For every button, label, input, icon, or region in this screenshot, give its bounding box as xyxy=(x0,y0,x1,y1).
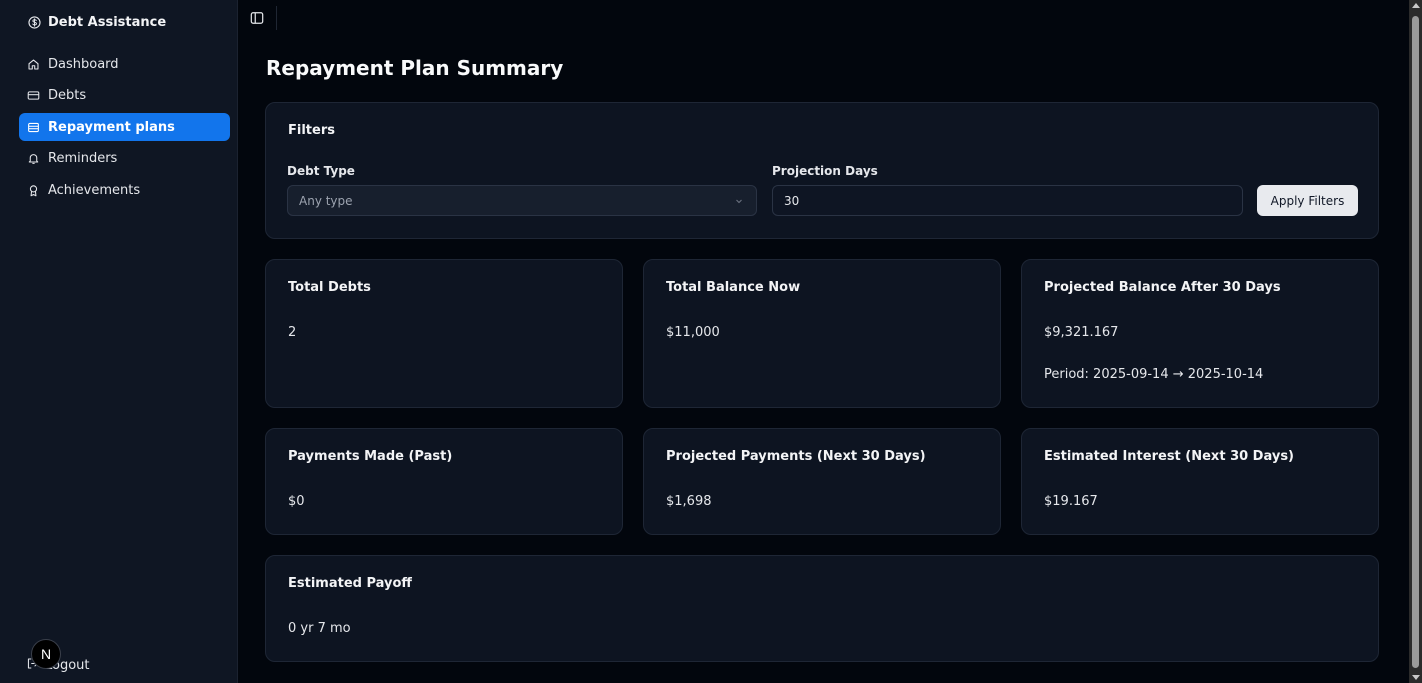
payments-made-card: Payments Made (Past) $0 xyxy=(265,428,623,535)
sidebar-toggle-button[interactable] xyxy=(250,10,264,24)
debt-type-label: Debt Type xyxy=(287,164,355,178)
sidebar-item-label: Achievements xyxy=(48,182,141,198)
card-value: $9,321.167 xyxy=(1044,325,1119,340)
debt-type-select[interactable]: Any type xyxy=(287,185,757,216)
projected-payments-card: Projected Payments (Next 30 Days) $1,698 xyxy=(643,428,1001,535)
chevron-down-icon xyxy=(734,195,744,209)
bell-icon xyxy=(27,152,40,165)
brand[interactable]: Debt Assistance xyxy=(28,12,166,32)
filters-card: Filters Debt Type Projection Days Any ty… xyxy=(265,102,1379,239)
sidebar-item-dashboard[interactable]: Dashboard xyxy=(19,50,230,78)
panel-left-icon xyxy=(250,12,264,24)
card-value: $1,698 xyxy=(666,494,712,509)
projection-days-input[interactable] xyxy=(772,185,1243,216)
sidebar-item-label: Dashboard xyxy=(48,56,119,72)
credit-card-icon xyxy=(27,89,40,102)
card-title: Projected Balance After 30 Days xyxy=(1044,280,1281,295)
total-balance-card: Total Balance Now $11,000 xyxy=(643,259,1001,408)
app-window: Debt Assistance Dashboard Debts Repaymen… xyxy=(0,0,1422,683)
sidebar-item-label: Debts xyxy=(48,88,87,103)
estimated-payoff-card: Estimated Payoff 0 yr 7 mo xyxy=(265,555,1379,662)
vertical-scrollbar[interactable] xyxy=(1409,0,1422,683)
sidebar-item-label: Reminders xyxy=(48,151,118,166)
debt-type-placeholder: Any type xyxy=(299,193,353,208)
sidebar-nav: Dashboard Debts Repayment plans Reminder… xyxy=(19,50,230,208)
card-title: Projected Payments (Next 30 Days) xyxy=(666,449,926,464)
scroll-up-arrow-icon[interactable] xyxy=(1412,3,1420,8)
card-title: Estimated Interest (Next 30 Days) xyxy=(1044,449,1294,464)
period-text: Period: 2025-09-14 → 2025-10-14 xyxy=(1044,367,1264,382)
sidebar-item-debts[interactable]: Debts xyxy=(19,82,230,110)
card-value: $11,000 xyxy=(666,325,720,340)
scroll-down-arrow-icon[interactable] xyxy=(1412,675,1420,680)
sidebar-item-achievements[interactable]: Achievements xyxy=(19,176,230,204)
dev-tools-badge[interactable]: N xyxy=(31,639,61,669)
filters-title: Filters xyxy=(288,123,335,138)
scroll-thumb[interactable] xyxy=(1412,16,1419,668)
projected-balance-card: Projected Balance After 30 Days $9,321.1… xyxy=(1021,259,1379,408)
dollar-circle-icon xyxy=(28,15,41,29)
card-title: Total Balance Now xyxy=(666,280,801,295)
wallet-icon xyxy=(27,121,40,134)
apply-filters-button[interactable]: Apply Filters xyxy=(1257,185,1358,216)
sidebar-item-repayment-plans[interactable]: Repayment plans xyxy=(19,113,230,141)
sidebar-item-label: Repayment plans xyxy=(48,119,175,135)
sidebar: Debt Assistance Dashboard Debts Repaymen… xyxy=(0,0,238,683)
brand-title: Debt Assistance xyxy=(48,14,167,30)
page-title: Repayment Plan Summary xyxy=(266,56,564,80)
projection-days-label: Projection Days xyxy=(772,164,878,178)
topbar-divider xyxy=(276,6,277,30)
award-icon xyxy=(27,184,40,197)
card-title: Estimated Payoff xyxy=(288,576,412,591)
card-value: 2 xyxy=(288,325,297,340)
card-value: $0 xyxy=(288,494,305,509)
card-value: $19.167 xyxy=(1044,494,1098,509)
card-value: 0 yr 7 mo xyxy=(288,621,351,636)
estimated-interest-card: Estimated Interest (Next 30 Days) $19.16… xyxy=(1021,428,1379,535)
card-title: Payments Made (Past) xyxy=(288,449,453,464)
main-content: Repayment Plan Summary Filters Debt Type… xyxy=(238,0,1422,683)
home-icon xyxy=(27,58,40,71)
total-debts-card: Total Debts 2 xyxy=(265,259,623,408)
sidebar-item-reminders[interactable]: Reminders xyxy=(19,145,230,173)
card-title: Total Debts xyxy=(288,280,371,295)
